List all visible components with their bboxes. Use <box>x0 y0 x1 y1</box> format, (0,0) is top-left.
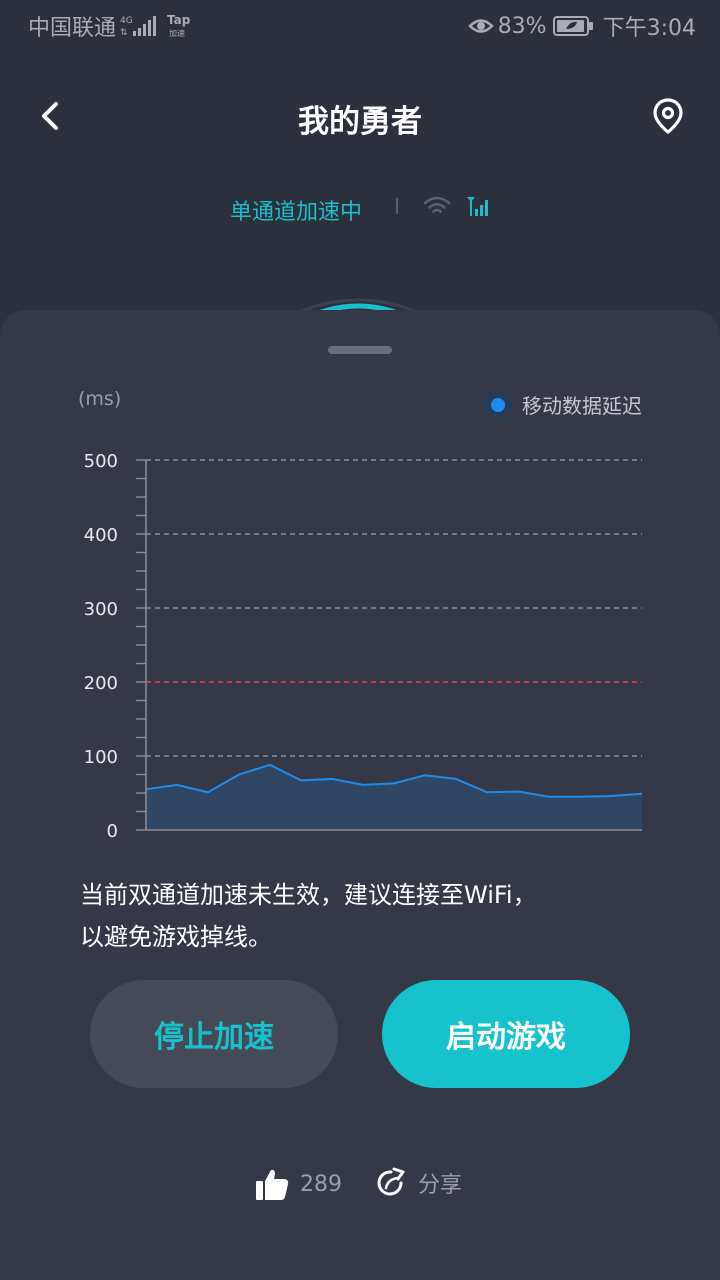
wifi-icon <box>423 196 451 213</box>
screen: 中国联通 4G ⇅ Tap 加速 83% 下午3:04 我的勇者 单通道加速中 … <box>0 0 720 1280</box>
tap-accelerator-icon: Tap 加速 <box>167 13 191 38</box>
cell-signal-icon: 4G ⇅ <box>120 16 157 38</box>
header: 我的勇者 <box>0 80 720 152</box>
battery-percent: 83% <box>497 13 547 39</box>
share-label: 分享 <box>418 1173 463 1198</box>
eye-comfort-icon <box>467 19 494 33</box>
accel-status-text: 单通道加速中 <box>230 200 363 225</box>
location-pin-icon[interactable] <box>648 96 688 136</box>
y-tick-label: 400 <box>84 525 118 546</box>
svg-text:加速: 加速 <box>169 28 185 38</box>
svg-text:Tap: Tap <box>167 13 191 27</box>
battery-icon <box>552 16 593 36</box>
chart-legend: 移动数据延迟 <box>484 390 642 419</box>
clock: 下午3:04 <box>602 16 696 41</box>
legend-label: 移动数据延迟 <box>522 394 642 418</box>
launch-game-button[interactable]: 启动游戏 <box>382 980 630 1088</box>
page-title: 我的勇者 <box>298 104 422 140</box>
latency-chart: 0 100 200 300 400 500 <box>84 451 643 842</box>
y-tick-label: 200 <box>84 673 118 694</box>
y-tick-label: 500 <box>84 451 118 472</box>
like-button[interactable]: 289 <box>254 1166 342 1202</box>
network-type: 4G <box>120 16 133 26</box>
svg-text:⇅: ⇅ <box>120 28 128 38</box>
thumbs-up-icon <box>256 1169 289 1200</box>
mobile-signal-icon <box>467 197 488 216</box>
bottom-sheet: (ms) 移动数据延迟 0 100 200 300 400 500 当前双通道加速未生效，… <box>0 310 720 1280</box>
chart-unit-label: (ms) <box>78 388 122 410</box>
share-icon <box>377 1167 405 1196</box>
carrier-label: 中国联通 <box>28 16 117 41</box>
y-tick-label: 0 <box>107 821 118 842</box>
share-button[interactable]: 分享 <box>374 1166 462 1200</box>
divider <box>396 198 398 214</box>
y-tick-label: 300 <box>84 599 118 620</box>
like-count: 289 <box>300 1171 342 1197</box>
accel-status-row: 单通道加速中 <box>0 186 720 230</box>
notice-line-1: 当前双通道加速未生效，建议连接至WiFi， <box>80 881 537 909</box>
status-bar: 中国联通 4G ⇅ Tap 加速 83% 下午3:04 <box>0 0 720 50</box>
sheet-drag-handle[interactable] <box>328 346 392 354</box>
notice-line-2: 以避免游戏掉线。 <box>80 923 272 951</box>
y-tick-label: 100 <box>84 747 118 768</box>
notice-text: 当前双通道加速未生效，建议连接至WiFi， 以避免游戏掉线。 <box>80 874 660 958</box>
footer-actions: 289 分享 <box>0 1162 720 1212</box>
stop-acceleration-button[interactable]: 停止加速 <box>90 980 338 1088</box>
legend-dot-icon <box>484 390 512 419</box>
